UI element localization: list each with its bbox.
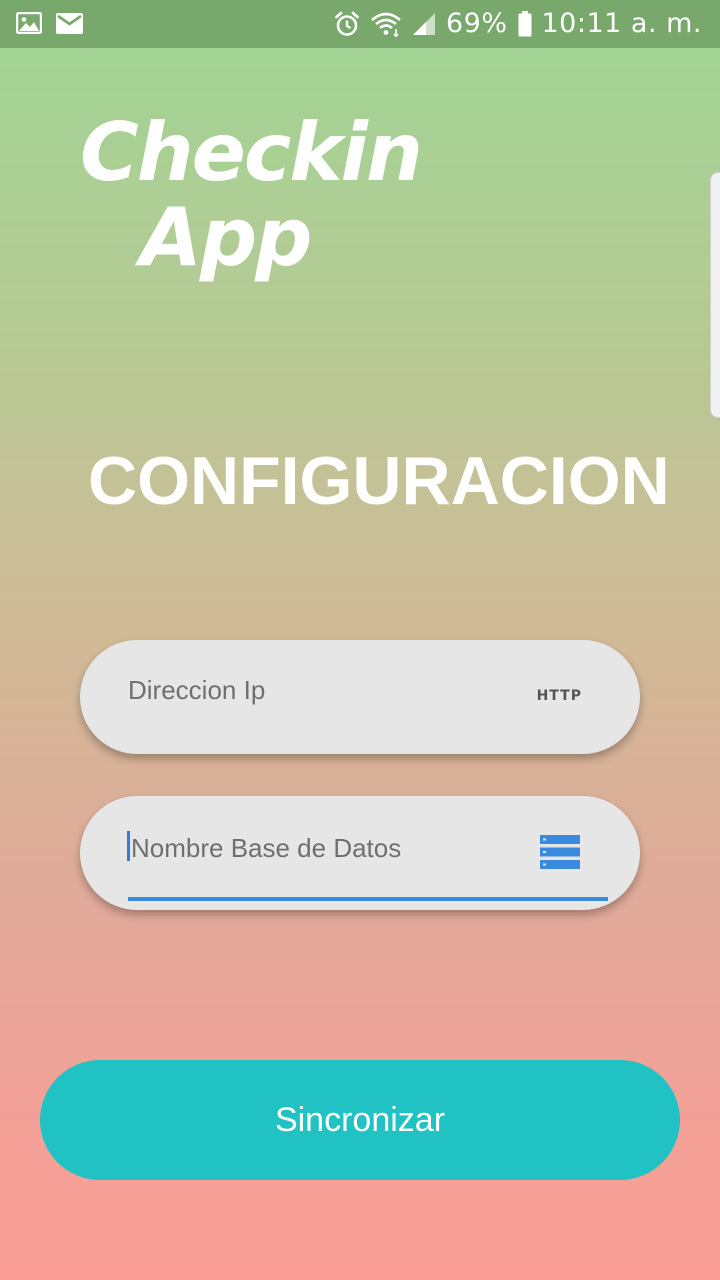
ip-address-input[interactable] (128, 670, 508, 710)
sync-button[interactable]: Sincronizar (40, 1060, 680, 1180)
edge-panel-handle[interactable] (710, 172, 720, 418)
page-title: CONFIGURACION (88, 443, 670, 519)
status-right-group: 69% 10:11 a. m. (334, 8, 702, 39)
battery-percent: 69% (445, 8, 508, 39)
http-icon: HTTP (536, 688, 582, 704)
alarm-icon (334, 11, 360, 37)
status-left-icons (16, 12, 83, 34)
app-logo-line1: Checkin (80, 106, 423, 199)
focus-underline (128, 897, 608, 901)
clock-time: 10:11 a. m. (541, 8, 702, 39)
signal-icon (412, 12, 436, 36)
wifi-icon (370, 11, 402, 37)
mail-icon (56, 12, 83, 34)
database-icon (540, 835, 580, 874)
text-cursor (127, 831, 130, 861)
gallery-icon (16, 12, 42, 34)
database-name-field[interactable] (80, 796, 640, 910)
database-name-input[interactable] (131, 828, 511, 868)
battery-icon (518, 10, 532, 37)
status-bar: 69% 10:11 a. m. (0, 0, 720, 48)
app-logo-line2: App (140, 191, 312, 284)
ip-address-field[interactable]: HTTP (80, 640, 640, 754)
